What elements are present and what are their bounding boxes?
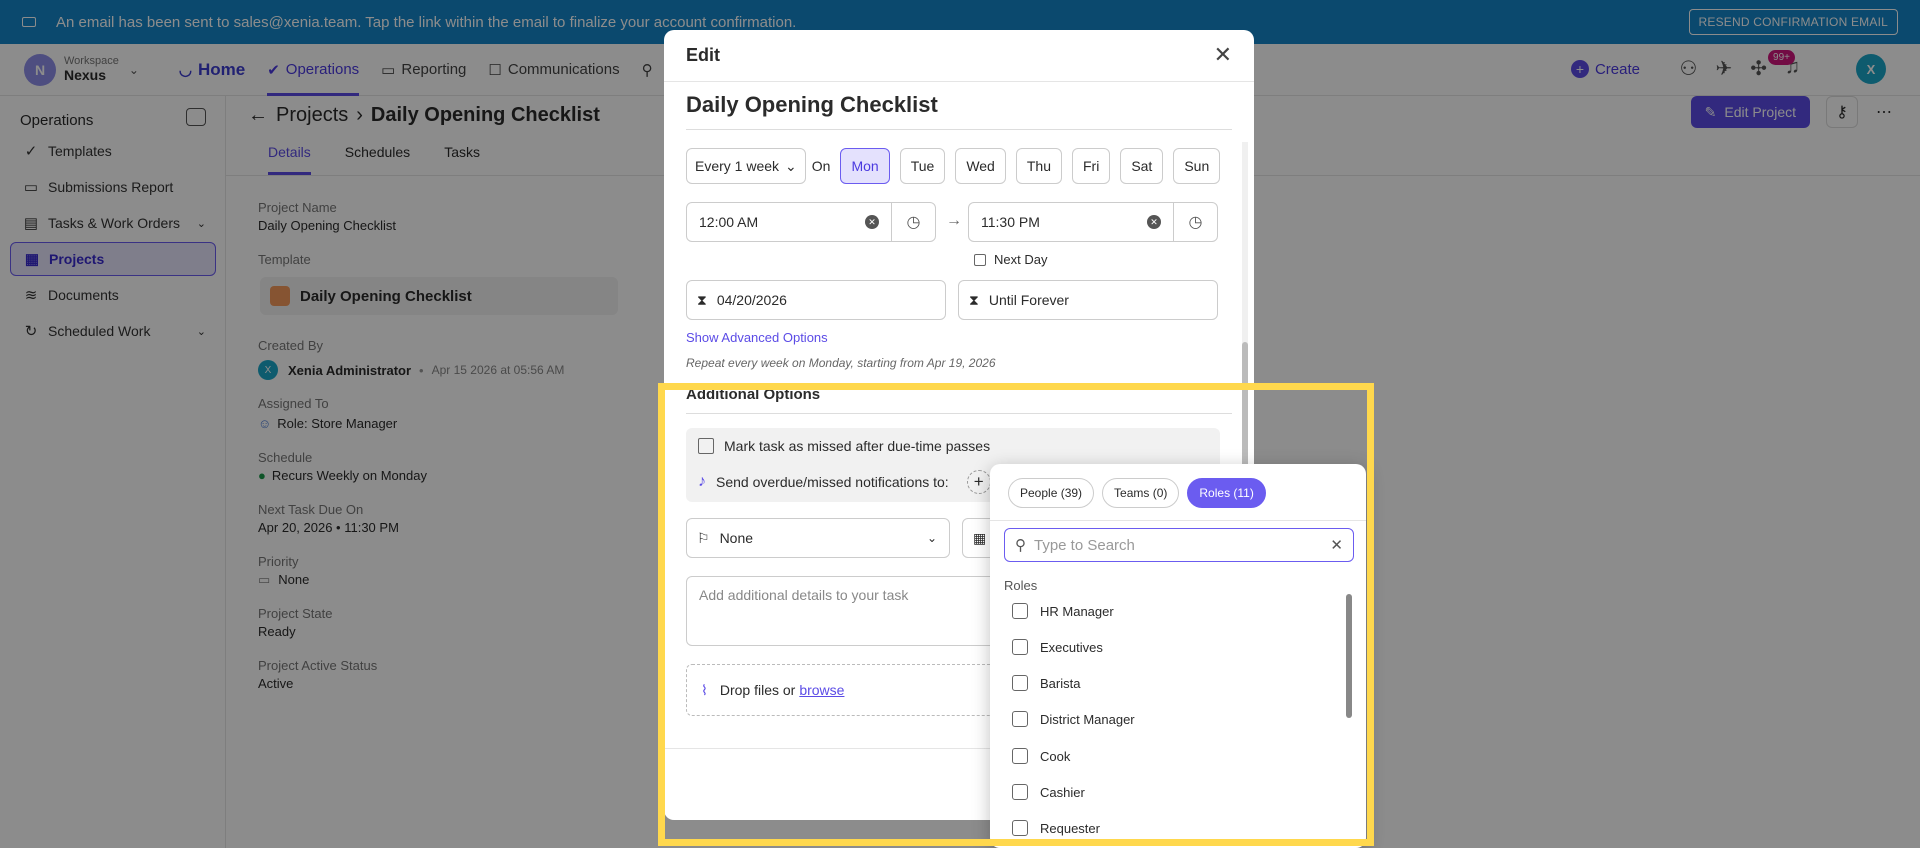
day-thu[interactable]: Thu [1015, 148, 1062, 184]
hourglass-icon: ⧗ [969, 291, 979, 308]
repeat-summary: Repeat every week on Monday, starting fr… [686, 356, 996, 370]
modal-header: Edit [664, 30, 1254, 82]
day-wed[interactable]: Wed [955, 148, 1006, 184]
clock-icon[interactable]: ◷ [1173, 203, 1217, 241]
on-label: On [811, 158, 831, 174]
end-time-value: 11:30 PM [981, 214, 1040, 230]
frequency-value: Every 1 week [695, 158, 780, 174]
checkbox[interactable] [974, 253, 986, 266]
start-time-field[interactable]: 12:00 AM ✕ ◷ [686, 202, 936, 242]
clock-icon[interactable]: ◷ [891, 203, 935, 241]
arrow-right-icon: → [946, 212, 962, 229]
clear-icon[interactable]: ✕ [865, 215, 879, 229]
end-date-value: Until Forever [988, 292, 1069, 308]
start-date-field[interactable]: ⧗ 04/20/2026 [686, 280, 946, 320]
start-time-value: 12:00 AM [699, 214, 759, 230]
day-tue[interactable]: Tue [899, 148, 946, 184]
day-mon[interactable]: Mon [840, 148, 890, 184]
day-sun[interactable]: Sun [1173, 148, 1221, 184]
day-fri[interactable]: Fri [1071, 148, 1111, 184]
repeat-row: Every 1 week ⌄ On Mon Tue Wed Thu Fri Sat… [686, 148, 1221, 184]
show-advanced-options-link[interactable]: Show Advanced Options [686, 330, 828, 345]
end-time-field[interactable]: 11:30 PM ✕ ◷ [968, 202, 1218, 242]
frequency-select[interactable]: Every 1 week ⌄ [686, 148, 806, 184]
next-day-label: Next Day [994, 252, 1048, 267]
end-date-field[interactable]: ⧗ Until Forever [958, 280, 1218, 320]
start-date-value: 04/20/2026 [716, 292, 787, 308]
close-icon[interactable]: ✕ [1214, 42, 1232, 68]
hourglass-icon: ⧗ [697, 291, 707, 308]
day-sat[interactable]: Sat [1120, 148, 1164, 184]
task-title-input[interactable]: Daily Opening Checklist [686, 90, 1232, 130]
highlight-frame [658, 383, 1374, 846]
clear-icon[interactable]: ✕ [1147, 215, 1161, 229]
next-day-checkbox[interactable]: Next Day [974, 252, 1047, 267]
chevron-down-icon: ⌄ [785, 157, 797, 174]
